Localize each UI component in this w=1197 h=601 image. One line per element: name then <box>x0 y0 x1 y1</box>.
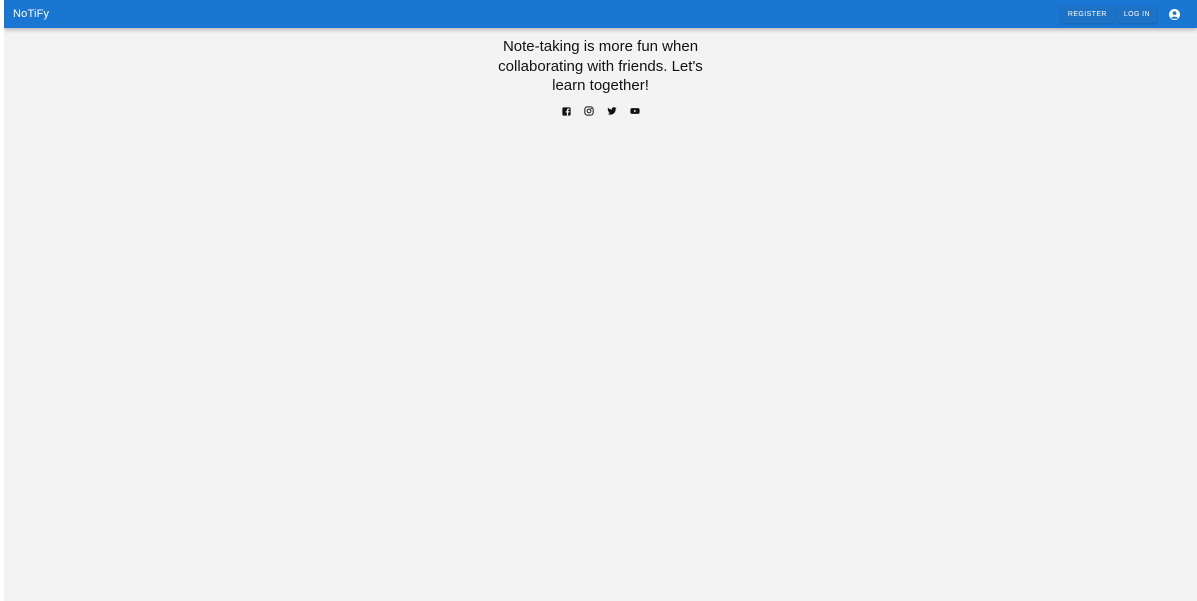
hero-section: Note-taking is more fun when collaborati… <box>4 37 1197 117</box>
account-circle-glyph <box>1168 8 1180 20</box>
app-bar: NoTiFy REGISTER LOG IN <box>4 0 1197 28</box>
social-links <box>561 106 641 117</box>
register-button[interactable]: REGISTER <box>1060 5 1114 23</box>
twitter-icon[interactable] <box>607 106 618 117</box>
account-circle-icon[interactable] <box>1163 3 1185 25</box>
hero-tagline: Note-taking is more fun when collaborati… <box>498 38 703 94</box>
login-button[interactable]: LOG IN <box>1116 5 1157 23</box>
facebook-icon[interactable] <box>561 106 572 117</box>
instagram-icon[interactable] <box>584 106 595 117</box>
header-actions: REGISTER LOG IN <box>1060 3 1185 25</box>
youtube-icon[interactable] <box>630 106 641 117</box>
brand-logo-link[interactable]: NoTiFy <box>13 8 49 20</box>
app-frame: NoTiFy REGISTER LOG IN Note-taking is mo… <box>4 0 1197 601</box>
